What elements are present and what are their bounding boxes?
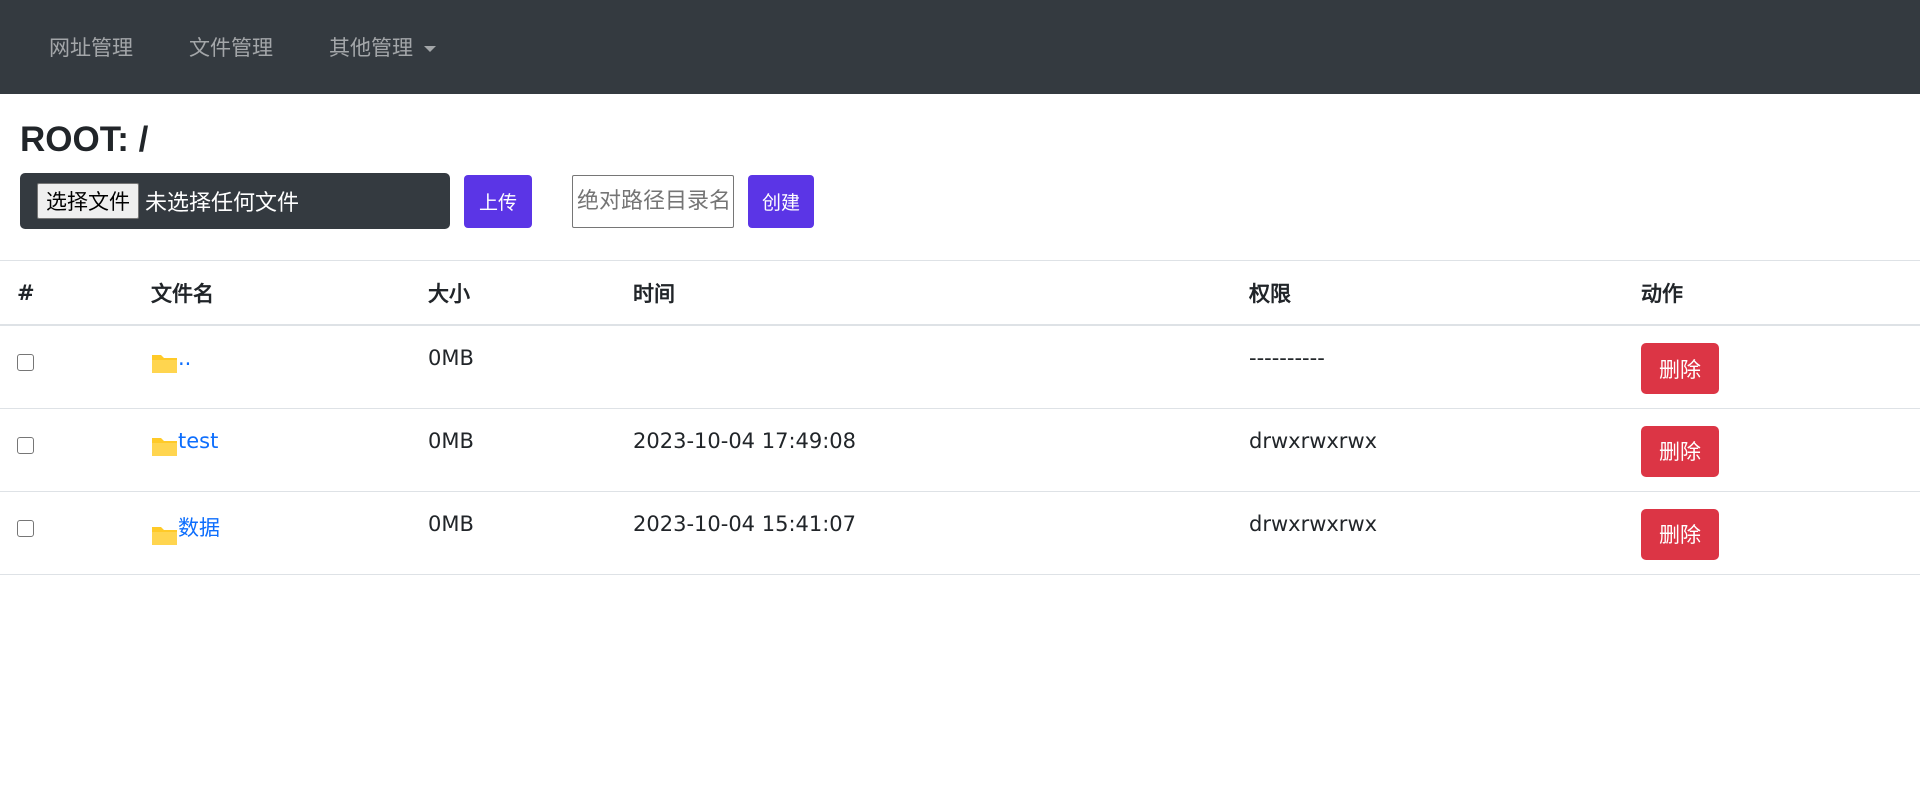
file-size: 0MB [428, 325, 633, 409]
folder-icon [152, 526, 177, 545]
row-checkbox[interactable] [17, 519, 34, 537]
column-header-size: 大小 [428, 260, 633, 326]
row-checkbox[interactable] [17, 354, 34, 371]
file-size: 0MB [428, 491, 633, 575]
row-checkbox[interactable] [17, 436, 34, 454]
file-time: 2023-10-04 17:49:08 [633, 408, 1249, 492]
upload-button[interactable]: 上传 [464, 174, 532, 228]
file-name[interactable]: .. [178, 346, 191, 370]
nav-item-other-management-dropdown[interactable]: 其他管理 [329, 32, 436, 62]
file-name[interactable]: test [178, 429, 218, 453]
file-upload-field[interactable]: 选择文件 未选择任何文件 [20, 173, 450, 229]
nav-item-label: 文件管理 [189, 36, 273, 60]
file-permission: drwxrwxrwx [1249, 408, 1641, 492]
file-time: 2023-10-04 15:41:07 [633, 491, 1249, 575]
delete-button[interactable]: 删除 [1641, 343, 1719, 394]
file-name[interactable]: 数据 [178, 512, 220, 542]
folder-link[interactable]: test [151, 429, 218, 456]
table-header-row: # 文件名 大小 时间 权限 动作 [0, 260, 1920, 326]
folder-link[interactable]: 数据 [151, 512, 220, 545]
folder-icon [152, 437, 177, 456]
column-header-index: # [0, 260, 151, 326]
column-header-permission: 权限 [1249, 260, 1641, 326]
nav-item-url-management[interactable]: 网址管理 [49, 32, 133, 62]
delete-button[interactable]: 删除 [1641, 508, 1719, 560]
page-title: ROOT: / [20, 120, 149, 159]
file-permission: ---------- [1249, 325, 1641, 409]
choose-file-button[interactable]: 选择文件 [37, 183, 139, 219]
main-content: ROOT: / 选择文件 未选择任何文件 上传 创建 [0, 94, 1920, 229]
column-header-time: 时间 [633, 260, 1249, 326]
nav-item-label: 网址管理 [49, 36, 133, 60]
nav-item-label: 其他管理 [329, 36, 413, 60]
file-permission: drwxrwxrwx [1249, 491, 1641, 575]
folder-icon [152, 355, 177, 373]
folder-link[interactable]: .. [151, 346, 191, 373]
directory-path-input[interactable] [572, 174, 734, 228]
toolbar: 选择文件 未选择任何文件 上传 创建 [20, 173, 1900, 229]
file-time [633, 325, 1249, 409]
table-row: test 0MB 2023-10-04 17:49:08 drwxrwxrwx … [0, 408, 1920, 492]
column-header-filename: 文件名 [151, 260, 428, 326]
file-status-text: 未选择任何文件 [145, 191, 300, 216]
file-size: 0MB [428, 408, 633, 492]
create-button[interactable]: 创建 [748, 174, 814, 228]
column-header-action: 动作 [1641, 260, 1920, 326]
file-table: # 文件名 大小 时间 权限 动作 .. 0MB ---------- 删除 t… [0, 260, 1920, 575]
delete-button[interactable]: 删除 [1641, 425, 1719, 477]
table-row: 数据 0MB 2023-10-04 15:41:07 drwxrwxrwx 删除 [0, 491, 1920, 575]
caret-down-icon [424, 45, 436, 52]
table-row: .. 0MB ---------- 删除 [0, 325, 1920, 409]
top-navbar: 网址管理 文件管理 其他管理 [0, 0, 1920, 94]
nav-item-file-management[interactable]: 文件管理 [189, 32, 273, 62]
